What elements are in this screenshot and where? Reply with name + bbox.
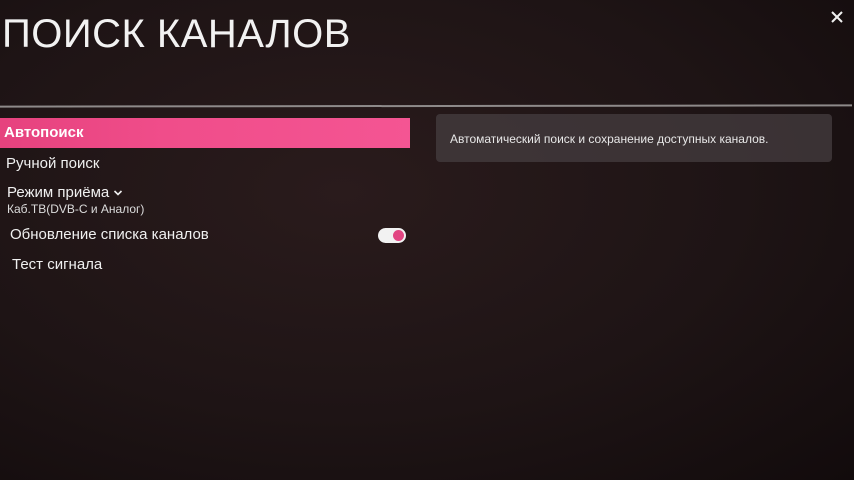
close-button[interactable]	[826, 6, 848, 28]
description-panel: Автоматический поиск и сохранение доступ…	[436, 114, 832, 162]
chevron-down-icon	[114, 189, 123, 196]
menu-item-signal-test[interactable]: Тест сигнала	[0, 252, 410, 278]
menu-item-manual-search[interactable]: Ручной поиск	[0, 150, 410, 178]
menu-item-label: Режим приёма	[7, 184, 110, 201]
menu-item-reception-mode[interactable]: Режим приёма Каб.ТВ(DVB-C и Аналог)	[0, 184, 410, 216]
menu-item-channel-list-update[interactable]: Обновление списка каналов	[0, 222, 410, 248]
menu-item-auto-search[interactable]: Автопоиск	[0, 118, 410, 148]
menu-item-label: Тест сигнала	[12, 256, 103, 273]
toggle-knob	[393, 230, 404, 241]
header-divider	[0, 104, 853, 108]
description-text: Автоматический поиск и сохранение доступ…	[450, 132, 769, 146]
reception-mode-value: Каб.ТВ(DVB-C и Аналог)	[7, 202, 145, 216]
menu-item-label: Ручной поиск	[6, 155, 100, 172]
channel-list-update-toggle[interactable]	[378, 228, 406, 243]
menu-item-label: Обновление списка каналов	[10, 226, 209, 243]
page-title: ПОИСК КАНАЛОВ	[2, 12, 351, 56]
channel-search-menu: Автопоиск Ручной поиск Режим приёма Каб.…	[0, 118, 410, 278]
menu-item-label: Автопоиск	[4, 124, 84, 141]
close-icon	[831, 11, 843, 23]
